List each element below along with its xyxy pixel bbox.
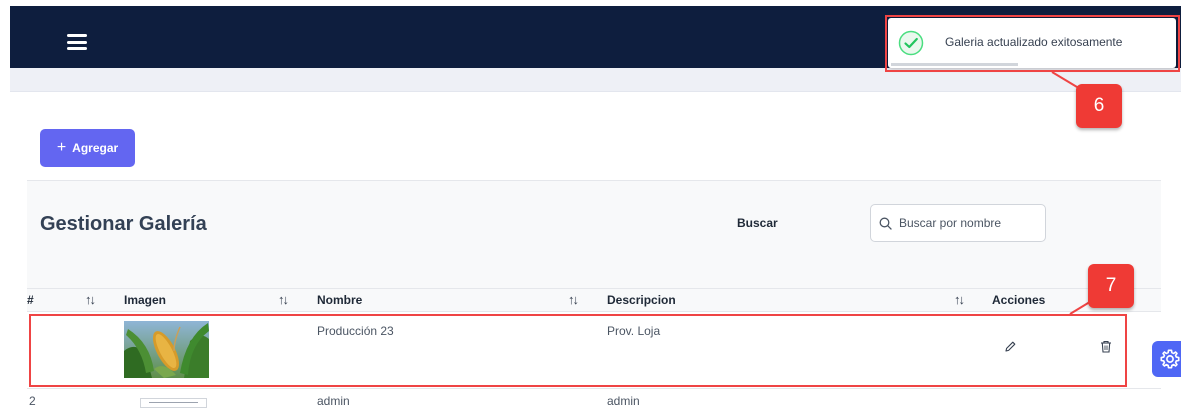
gear-icon: [1159, 349, 1180, 369]
page-title: Gestionar Galería: [40, 213, 207, 235]
column-header-actions: Acciones: [992, 293, 1046, 307]
column-header-index[interactable]: #: [27, 293, 34, 307]
document-thumbnail: [140, 398, 207, 408]
search-field[interactable]: [870, 204, 1046, 242]
highlight-box-row: [29, 314, 1127, 387]
row-name: admin: [317, 394, 350, 408]
column-header-description[interactable]: Descripcion: [607, 293, 676, 307]
table-header: # ↑↓ Imagen ↑↓ Nombre ↑↓ Descripcion ↑↓ …: [27, 288, 1161, 312]
app-root: + Agregar Gestionar Galería Buscar # ↑↓ …: [0, 0, 1181, 408]
settings-button[interactable]: [1152, 341, 1181, 377]
plus-icon: +: [56, 139, 67, 156]
highlight-box-toast: [885, 15, 1180, 72]
callout-badge: 7: [1088, 264, 1134, 308]
search-label: Buscar: [737, 216, 778, 230]
sort-arrows-icon[interactable]: ↑↓: [954, 292, 965, 307]
sort-arrows-icon[interactable]: ↑↓: [568, 292, 579, 307]
row-description: admin: [607, 394, 640, 408]
add-button[interactable]: + Agregar: [40, 129, 135, 167]
search-icon: [879, 217, 892, 230]
callout-badge: 6: [1076, 84, 1122, 128]
add-button-label: Agregar: [72, 141, 119, 155]
column-header-name[interactable]: Nombre: [317, 293, 362, 307]
column-header-image[interactable]: Imagen: [124, 293, 166, 307]
sort-arrows-icon[interactable]: ↑↓: [278, 292, 289, 307]
hamburger-menu-icon[interactable]: [67, 34, 87, 50]
sort-arrows-icon[interactable]: ↑↓: [85, 292, 96, 307]
search-input[interactable]: [899, 216, 1034, 230]
row-index: 2: [29, 394, 36, 408]
